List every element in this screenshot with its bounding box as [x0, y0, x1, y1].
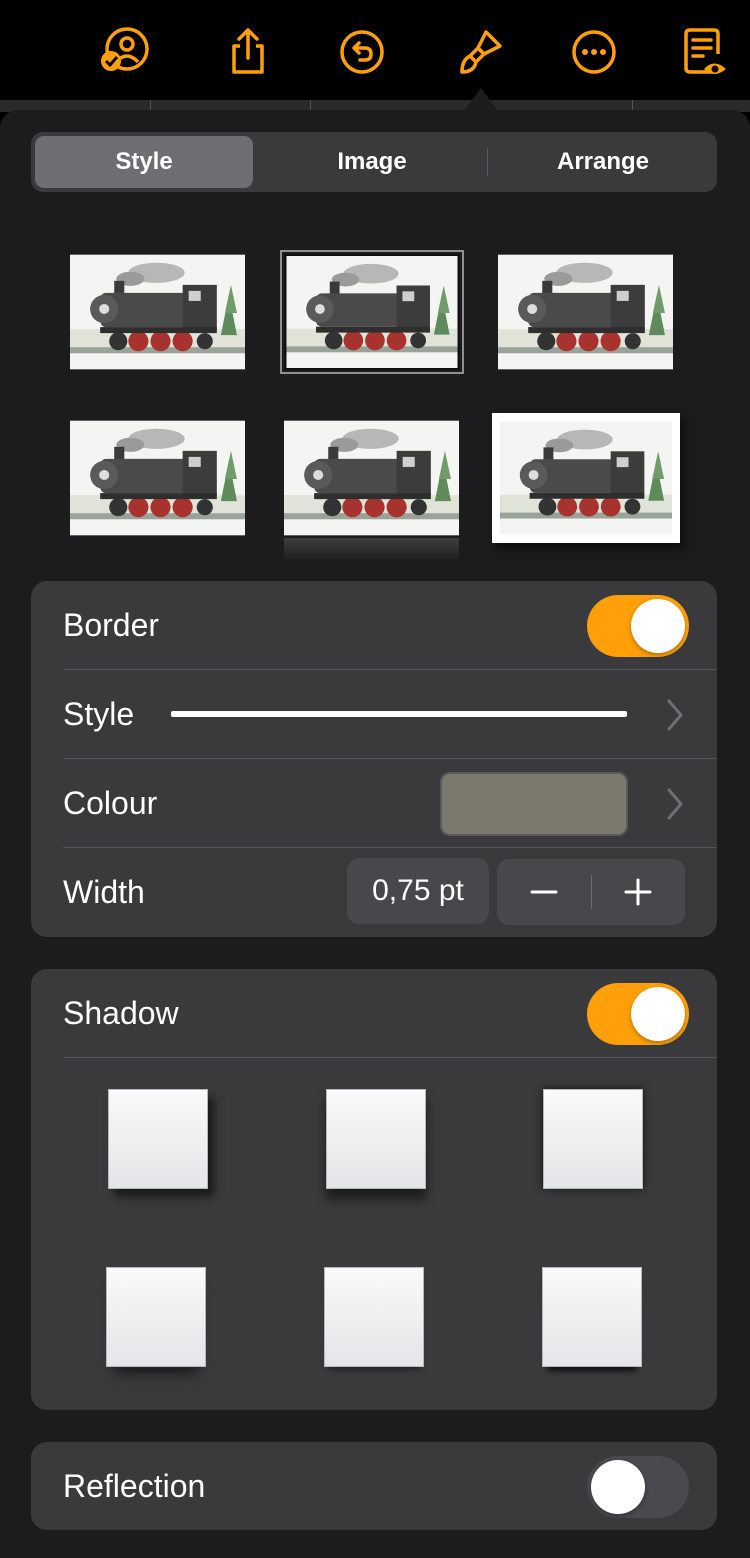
shadow-preset-6[interactable]	[542, 1267, 642, 1367]
divider	[63, 1057, 717, 1058]
shadow-preset-3[interactable]	[543, 1089, 643, 1189]
shadow-label: Shadow	[63, 994, 179, 1031]
style-label: Style	[63, 695, 135, 732]
increment-button[interactable]	[591, 859, 685, 925]
toggle-knob	[631, 599, 685, 653]
toolbar-divider	[632, 100, 633, 110]
toolbar-divider	[310, 100, 311, 110]
shadow-preset-1[interactable]	[108, 1089, 208, 1189]
chevron-right-icon[interactable]	[663, 786, 687, 822]
top-toolbar	[0, 0, 750, 100]
undo-icon	[340, 30, 384, 74]
chevron-right-icon[interactable]	[663, 697, 687, 733]
locomotive-image	[498, 254, 673, 370]
share-button[interactable]	[218, 24, 278, 80]
toggle-knob	[631, 987, 685, 1041]
border-label: Border	[63, 606, 160, 643]
toolbar-divider	[150, 100, 151, 110]
tab-arrange[interactable]: Arrange	[493, 136, 713, 188]
reflection-effect	[284, 538, 459, 562]
locomotive-image	[284, 420, 459, 536]
tab-style[interactable]: Style	[35, 136, 253, 188]
reading-view-icon	[684, 28, 726, 74]
reading-view-button[interactable]	[674, 24, 734, 80]
reflection-card: Reflection	[31, 1442, 717, 1530]
locomotive-image	[286, 256, 458, 368]
locomotive-image	[500, 421, 672, 535]
locomotive-image	[70, 254, 245, 370]
shadow-toggle[interactable]	[587, 983, 689, 1045]
decrement-button[interactable]	[497, 859, 591, 925]
tab-image[interactable]: Image	[263, 136, 481, 188]
collaborate-icon	[101, 27, 149, 71]
border-line-preview	[171, 711, 627, 717]
style-preset-6[interactable]	[492, 413, 680, 543]
tab-divider	[487, 148, 488, 176]
reflection-label: Reflection	[63, 1467, 206, 1504]
popover-arrow	[463, 88, 499, 112]
style-preset-3[interactable]	[498, 254, 673, 370]
width-value[interactable]: 0,75 pt	[347, 858, 489, 924]
format-brush-icon	[460, 30, 502, 74]
style-preset-4[interactable]	[70, 420, 245, 536]
style-preset-5[interactable]	[284, 420, 459, 536]
undo-button[interactable]	[332, 24, 392, 80]
toggle-knob	[591, 1460, 645, 1514]
width-label: Width	[63, 874, 145, 910]
format-tabs: Style Image Arrange	[31, 132, 717, 192]
more-icon	[572, 30, 616, 74]
style-preset-2[interactable]	[280, 250, 464, 374]
style-preset-1[interactable]	[70, 254, 245, 370]
width-stepper	[497, 859, 685, 925]
locomotive-image	[70, 420, 245, 536]
format-button[interactable]	[450, 24, 510, 80]
shadow-preset-2[interactable]	[326, 1089, 426, 1189]
reflection-toggle[interactable]	[587, 1456, 689, 1518]
share-icon	[232, 28, 264, 74]
more-button[interactable]	[564, 24, 624, 80]
border-toggle[interactable]	[587, 595, 689, 657]
collaborate-button[interactable]	[94, 24, 154, 80]
colour-swatch[interactable]	[440, 772, 628, 836]
shadow-preset-5[interactable]	[324, 1267, 424, 1367]
shadow-card: Shadow	[31, 969, 717, 1410]
plus-icon	[624, 878, 652, 906]
border-card: Border Style Colour Width 0,75 pt	[31, 581, 717, 937]
minus-icon	[530, 890, 558, 894]
colour-label: Colour	[63, 784, 158, 821]
shadow-preset-4[interactable]	[106, 1267, 206, 1367]
